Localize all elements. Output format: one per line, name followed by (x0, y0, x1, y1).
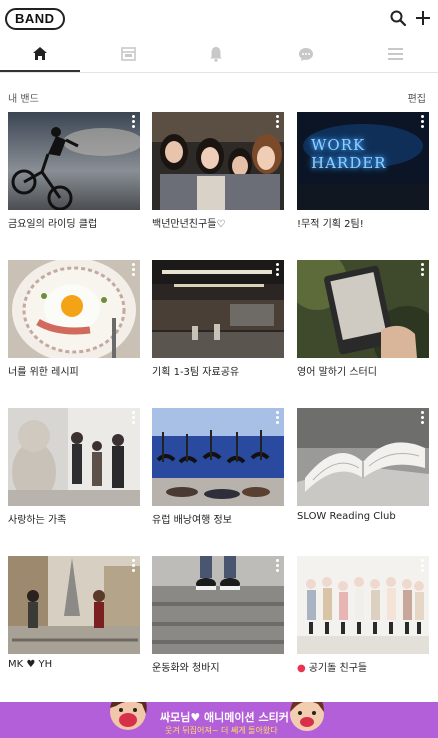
tab-chat[interactable] (266, 36, 346, 72)
banner-title: 싸모님♥ 애니메이션 스티커 (160, 711, 289, 724)
tab-menu[interactable] (355, 36, 435, 72)
band-card-family[interactable]: 사랑하는 가족 (8, 408, 140, 526)
band-title: SLOW Reading Club (297, 511, 396, 522)
band-thumbnail (8, 408, 140, 506)
new-post-dot: ● (297, 663, 306, 674)
band-thumbnail (8, 556, 140, 654)
band-title: 운동화와 청바지 (152, 663, 220, 674)
band-logo[interactable]: BAND (5, 8, 65, 30)
band-card-europe-travel[interactable]: 유럽 배낭여행 정보 (152, 408, 284, 526)
band-title: 너를 위한 레시피 (8, 367, 79, 378)
more-options-icon[interactable] (276, 411, 280, 426)
band-thumbnail (8, 260, 140, 358)
home-icon (33, 46, 47, 60)
band-card-friends[interactable]: 백년만년친구들♡ (152, 112, 284, 230)
calendar-icon (120, 47, 136, 61)
character-left-icon (110, 702, 147, 730)
band-card-mk-yh[interactable]: MK ♥ YH (8, 556, 140, 670)
band-thumbnail (297, 408, 429, 506)
band-thumbnail (152, 408, 284, 506)
more-options-icon[interactable] (276, 115, 280, 130)
tab-notifications[interactable] (176, 36, 256, 72)
main-tabs (0, 36, 438, 73)
band-title: ● 공기돌 친구들 (297, 659, 429, 674)
band-thumbnail (8, 112, 140, 210)
band-thumbnail (297, 260, 429, 358)
more-options-icon[interactable] (132, 115, 136, 130)
band-title: 유럽 배낭여행 정보 (152, 515, 232, 526)
tab-home[interactable] (0, 36, 80, 72)
more-options-icon[interactable] (276, 263, 280, 278)
band-card-english-study[interactable]: 영어 말하기 스터디 (297, 260, 429, 378)
my-bands-title: 내 밴드 (8, 94, 39, 105)
more-options-icon[interactable] (276, 559, 280, 574)
more-options-icon[interactable] (421, 559, 425, 574)
menu-icon (387, 48, 403, 60)
band-title: 사랑하는 가족 (8, 515, 67, 526)
band-title: 영어 말하기 스터디 (297, 367, 377, 378)
band-title: 백년만년친구들♡ (152, 219, 226, 230)
band-title: 금요일의 라이딩 클럽 (8, 219, 98, 230)
chat-icon (299, 47, 313, 61)
band-card-slow-reading[interactable]: SLOW Reading Club (297, 408, 429, 522)
band-card-planning-team[interactable]: WORK HARDER !무적 기획 2팀! (297, 112, 429, 230)
band-card-gonggi-friends[interactable]: ● 공기돌 친구들 (297, 556, 429, 674)
more-options-icon[interactable] (421, 263, 425, 278)
band-thumbnail (152, 556, 284, 654)
band-title-text: 공기돌 친구들 (308, 663, 368, 674)
tab-feed[interactable] (88, 36, 168, 72)
plus-icon[interactable] (414, 9, 432, 27)
band-card-recipe[interactable]: 너를 위한 레시피 (8, 260, 140, 378)
banner-subtitle: 웃겨 뒤집어져~ 더 쎄게 돌아왔다 (165, 726, 278, 735)
band-title: !무적 기획 2팀! (297, 219, 364, 230)
band-card-planning-share[interactable]: 기획 1-3팀 자료공유 (152, 260, 284, 378)
band-thumbnail (297, 556, 429, 654)
more-options-icon[interactable] (132, 263, 136, 278)
bell-icon (210, 47, 222, 62)
band-thumbnail: WORK HARDER (297, 112, 429, 210)
search-icon[interactable] (389, 9, 407, 27)
more-options-icon[interactable] (421, 411, 425, 426)
band-thumbnail (152, 112, 284, 210)
band-thumbnail (152, 260, 284, 358)
more-options-icon[interactable] (132, 559, 136, 574)
more-options-icon[interactable] (421, 115, 425, 130)
sticker-ad-banner[interactable]: 싸모님♥ 애니메이션 스티커 웃겨 뒤집어져~ 더 쎄게 돌아왔다 (0, 702, 438, 738)
character-right-icon (290, 702, 324, 731)
top-bar: BAND (0, 0, 438, 36)
band-card-sneakers-jeans[interactable]: 운동화와 청바지 (152, 556, 284, 674)
more-options-icon[interactable] (132, 411, 136, 426)
band-title: 기획 1-3팀 자료공유 (152, 367, 240, 378)
edit-button[interactable]: 편집 (408, 90, 426, 105)
band-card-riding[interactable]: 금요일의 라이딩 클럽 (8, 112, 140, 230)
neon-sign-text: WORK HARDER (311, 136, 387, 172)
band-title: MK ♥ YH (8, 659, 53, 670)
